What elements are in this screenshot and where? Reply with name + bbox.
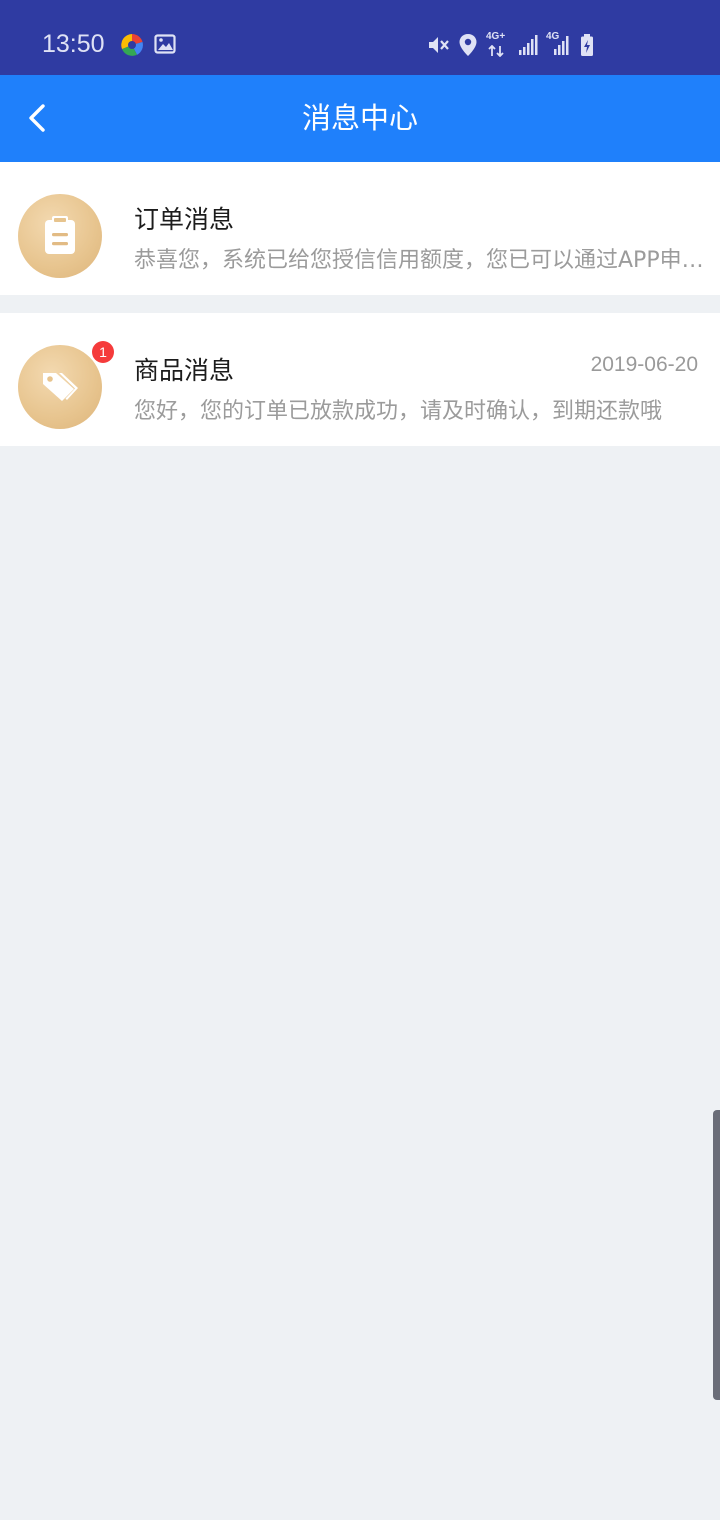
message-title: 订单消息 (134, 205, 235, 234)
price-tag-icon (43, 373, 78, 401)
status-bar: 13:50 4G+ 4G (0, 0, 720, 75)
app-bar: 消息中心 (0, 75, 720, 162)
battery-charging-icon (580, 33, 594, 57)
message-preview: 您好，您的订单已放款成功，请及时确认，到期还款哦 (134, 399, 663, 424)
clipboard-icon (45, 216, 75, 254)
signal-icon (518, 34, 538, 56)
net-label-1: 4G+ (486, 31, 506, 42)
4g-plus-data-icon: 4G+ (486, 31, 510, 57)
vibrate-mute-icon (426, 33, 450, 57)
4g-signal-icon: 4G (546, 31, 572, 56)
unread-badge: 1 (92, 341, 114, 363)
status-left-icons (120, 33, 176, 57)
message-date: 2019-06-20 (590, 353, 698, 376)
back-button[interactable] (14, 95, 60, 141)
image-icon (154, 33, 176, 57)
page-title: 消息中心 (301, 101, 418, 135)
location-icon (458, 33, 478, 57)
message-item-product[interactable]: 1 商品消息 2019-06-20 您好，您的订单已放款成功，请及时确认，到期还… (0, 313, 720, 446)
status-time: 13:50 (42, 30, 105, 58)
chevron-left-icon (29, 104, 45, 132)
product-avatar (18, 345, 102, 429)
scrollbar-thumb[interactable] (713, 1110, 720, 1400)
status-right-icons: 4G+ 4G (426, 31, 594, 57)
order-avatar (18, 194, 102, 278)
message-preview: 恭喜您，系统已给您授信信用额度，您已可以通过APP申请借款 (134, 248, 709, 273)
multicolor-app-icon (120, 33, 144, 57)
message-item-order[interactable]: 订单消息 恭喜您，系统已给您授信信用额度，您已可以通过APP申请借款 (0, 162, 720, 295)
message-title: 商品消息 (134, 356, 235, 385)
